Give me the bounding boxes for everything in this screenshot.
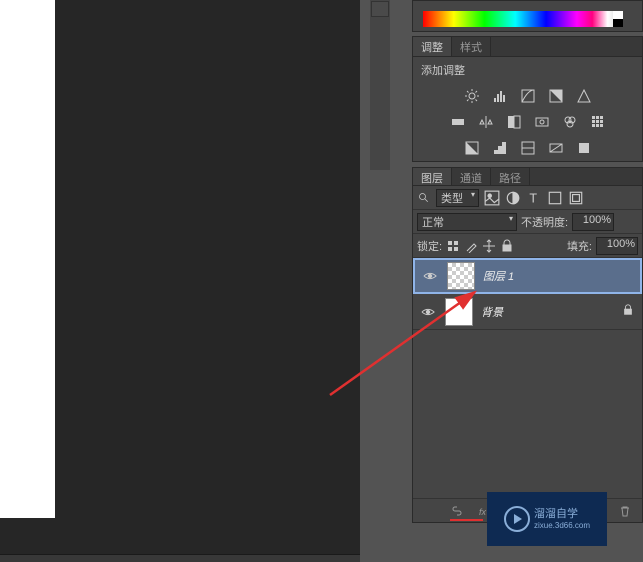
selective-color-icon[interactable] [575,139,593,157]
color-lookup-icon[interactable] [589,113,607,131]
blend-mode-row: 正常 不透明度: 100% [413,210,642,234]
adjust-icons-row2 [413,109,642,135]
link-icon[interactable] [450,504,464,518]
white-swatch[interactable] [613,11,623,19]
blend-mode-select[interactable]: 正常 [417,213,517,231]
layers-list: 图层 1 背景 [413,258,642,498]
filter-type-select[interactable]: 类型 [436,189,479,207]
posterize-icon[interactable] [491,139,509,157]
lock-icon [622,303,634,321]
color-spectrum[interactable] [423,11,623,27]
play-icon [504,506,530,532]
document-canvas[interactable] [0,0,55,518]
lock-position-icon[interactable] [482,239,496,253]
fill-input[interactable]: 100% [596,237,638,255]
search-icon [417,191,431,205]
color-panel [412,0,643,32]
visibility-icon[interactable] [413,305,443,319]
tab-channels[interactable]: 通道 [452,168,491,185]
layer-thumbnail[interactable] [445,298,473,326]
layer-thumbnail[interactable] [447,262,475,290]
layer-row[interactable]: 背景 [413,294,642,330]
layer-filter-row: 类型 T [413,186,642,210]
filter-shape-icon[interactable] [547,190,563,206]
status-bar [0,554,360,562]
watermark-subtitle: zixue.3d66.com [534,521,590,531]
balance-icon[interactable] [477,113,495,131]
canvas-area [0,0,360,562]
gradient-map-icon[interactable] [547,139,565,157]
svg-text:fx: fx [479,507,487,517]
brightness-icon[interactable] [463,87,481,105]
add-adjustment-label: 添加调整 [413,57,642,83]
curves-icon[interactable] [519,87,537,105]
adjustments-tab-bar: 调整 样式 [413,37,642,57]
lock-label: 锁定: [417,238,442,254]
layer-name[interactable]: 背景 [481,304,503,320]
visibility-icon[interactable] [415,269,445,283]
lock-pixels-icon[interactable] [464,239,478,253]
bw-icon[interactable] [505,113,523,131]
lock-row: 锁定: 填充: 100% [413,234,642,258]
watermark: 溜溜自学 zixue.3d66.com [487,492,607,546]
rail-toggle[interactable] [371,1,389,17]
tab-style[interactable]: 样式 [452,37,491,56]
photo-filter-icon[interactable] [533,113,551,131]
channel-mixer-icon[interactable] [561,113,579,131]
svg-text:T: T [529,191,537,205]
opacity-input[interactable]: 100% [572,213,614,231]
layers-panel: 图层 通道 路径 类型 T 正常 不透明度: 100% 锁定: 填充: 100% [412,167,643,523]
tab-adjust[interactable]: 调整 [413,37,452,56]
vibrance-icon[interactable] [575,87,593,105]
layers-tab-bar: 图层 通道 路径 [413,168,642,186]
levels-icon[interactable] [491,87,509,105]
adjust-icons-row3 [413,135,642,161]
lock-transparency-icon[interactable] [446,239,460,253]
filter-pixel-icon[interactable] [484,190,500,206]
tab-paths[interactable]: 路径 [491,168,530,185]
filter-smart-icon[interactable] [568,190,584,206]
adjustments-panel: 调整 样式 添加调整 [412,36,643,162]
delete-icon[interactable] [618,504,632,518]
filter-adjust-icon[interactable] [505,190,521,206]
threshold-icon[interactable] [519,139,537,157]
layer-name[interactable]: 图层 1 [483,268,514,284]
watermark-title: 溜溜自学 [534,508,590,521]
opacity-label: 不透明度: [521,214,568,230]
black-swatch[interactable] [613,19,623,27]
tab-layers[interactable]: 图层 [413,168,452,185]
adjust-icons-row1 [413,83,642,109]
lock-all-icon[interactable] [500,239,514,253]
fill-label: 填充: [567,238,592,254]
hue-icon[interactable] [449,113,467,131]
invert-icon[interactable] [463,139,481,157]
panel-stack: 调整 样式 添加调整 图层 通道 [412,0,643,562]
exposure-icon[interactable] [547,87,565,105]
filter-text-icon[interactable]: T [526,190,542,206]
side-rail [370,0,390,170]
layer-row[interactable]: 图层 1 [413,258,642,294]
